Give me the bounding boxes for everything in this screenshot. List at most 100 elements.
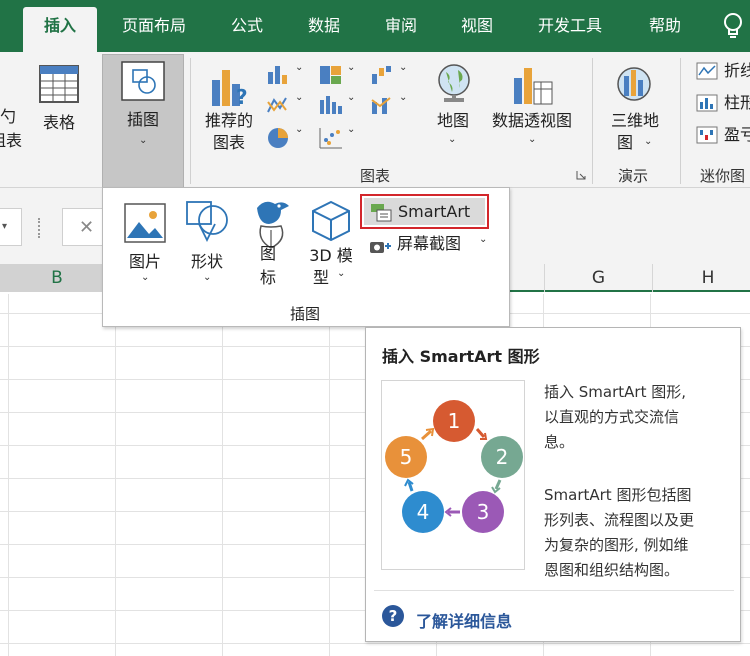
3d-models-label-1: 3D 模	[309, 246, 353, 265]
line-sparkline-icon	[696, 62, 718, 80]
tab-developer[interactable]: 开发工具	[528, 7, 612, 52]
chevron-down-icon: ⌄	[203, 272, 212, 283]
tab-view[interactable]: 视图	[452, 7, 502, 52]
tooltip-divider	[374, 590, 734, 591]
recommended-charts-label-2: 图表	[212, 133, 245, 152]
column-sparkline-icon	[696, 94, 718, 112]
illustrations-group-label: 插图	[289, 305, 320, 323]
charts-group-label: 图表	[359, 167, 390, 185]
column-header[interactable]: B	[0, 264, 115, 292]
pie-chart-icon	[268, 128, 288, 148]
cycle-node: 4	[402, 491, 444, 533]
illustrations-button[interactable]: 插图 ⌄	[102, 54, 184, 188]
chevron-down-icon: ⌄	[528, 134, 537, 145]
screenshot-label: 屏幕截图	[397, 234, 462, 253]
tooltip-title: 插入 SmartArt 图形	[382, 347, 540, 366]
chevron-down-icon: ⌄	[479, 234, 488, 245]
3d-map-label-1: 三维地	[610, 111, 659, 130]
chevron-down-icon: ⌄	[644, 136, 653, 147]
picture-icon	[124, 203, 166, 243]
map-label: 地图	[436, 111, 469, 130]
tab-review[interactable]: 审阅	[376, 7, 426, 52]
column-header[interactable]: G	[545, 264, 653, 292]
column-sparkline-label: 柱形	[724, 93, 750, 112]
column-header[interactable]: H	[653, 264, 750, 292]
smartart-tooltip: 插入 SmartArt 图形 1 2 3 4 5 插入 SmartArt 图形,…	[365, 327, 741, 642]
tooltip-line: 形列表、流程图以及更	[544, 511, 695, 529]
lightbulb-icon[interactable]	[722, 12, 744, 40]
tab-page-layout[interactable]: 页面布局	[112, 7, 196, 52]
cycle-node-label: 2	[496, 445, 509, 469]
scatter-chart-icon	[319, 128, 342, 149]
group-separator	[592, 58, 593, 184]
chevron-down-icon: ⌄	[399, 92, 408, 103]
chevron-down-icon: ⌄	[347, 124, 356, 135]
ribbon-partial-label: 阻表	[0, 131, 22, 150]
group-separator	[190, 58, 191, 184]
dialog-launcher-icon[interactable]	[576, 170, 586, 180]
illustrations-icon	[121, 61, 165, 101]
waterfall-chart-icon	[372, 66, 391, 84]
cycle-node-label: 4	[417, 500, 430, 524]
tab-formulas[interactable]: 公式	[222, 7, 272, 52]
smartart-button-highlight: SmartArt	[360, 194, 489, 229]
statistic-chart-icon	[320, 96, 342, 114]
pivot-chart-label: 数据透视图	[491, 111, 572, 130]
tab-data[interactable]: 数据	[299, 7, 349, 52]
formula-bar-splitter[interactable]	[38, 218, 40, 238]
cycle-node-label: 5	[400, 445, 413, 469]
3d-cube-icon	[312, 200, 350, 242]
recommended-charts-label-1: 推荐的	[204, 111, 253, 130]
pictures-label: 图片	[128, 252, 161, 271]
smartart-icon	[371, 204, 392, 222]
ribbon-tab-bar: 插入 页面布局 公式 数据 审阅 视图 开发工具 帮助	[0, 0, 750, 52]
tooltip-line: SmartArt 图形包括图	[544, 486, 692, 504]
chevron-down-icon: ⌄	[347, 92, 356, 103]
table-icon	[39, 65, 79, 103]
cycle-node-label: 1	[448, 409, 461, 433]
table-label: 表格	[42, 113, 75, 132]
shapes-icon	[186, 201, 228, 243]
chevron-down-icon: ⌄	[141, 272, 150, 283]
chevron-down-icon: ⌄	[295, 62, 304, 73]
tooltip-line: 息。	[544, 433, 575, 451]
winloss-sparkline-label: 盈亏	[724, 125, 750, 144]
bird-icon	[257, 201, 289, 249]
tooltip-line: 恩图和组织结构图。	[544, 561, 680, 579]
tooltip-line: 为复杂的图形, 例如维	[544, 536, 689, 554]
3d-models-label-2: 型	[312, 268, 329, 287]
chevron-down-icon: ⌄	[139, 135, 148, 146]
tooltip-line: 以直观的方式交流信	[544, 408, 680, 426]
chevron-down-icon: ⌄	[295, 124, 304, 135]
learn-more-link[interactable]: 了解详细信息	[416, 608, 512, 632]
chevron-down-icon: ⌄	[448, 134, 457, 145]
group-separator	[680, 58, 681, 184]
tooltip-description-2: SmartArt 图形包括图 形列表、流程图以及更 为复杂的图形, 例如维 恩图…	[544, 483, 729, 583]
cycle-node: 2	[481, 436, 523, 478]
pivot-chart-icon	[514, 68, 553, 105]
tooltip-preview: 1 2 3 4 5	[381, 380, 525, 570]
cycle-diagram-illustration: 1 2 3 4 5	[385, 400, 523, 533]
icons-label-2: 标	[259, 268, 276, 287]
smartart-label: SmartArt	[398, 202, 471, 221]
tooltip-description-1: 插入 SmartArt 图形, 以直观的方式交流信 息。	[544, 380, 729, 455]
illustrations-dropdown: 图片 ⌄ 形状 ⌄ 图 标 3D 模 型 ⌄ SmartArt 屏幕截图 ⌄ 插…	[102, 187, 510, 327]
cycle-node: 3	[462, 491, 504, 533]
chevron-down-icon: ⌄	[337, 268, 346, 279]
tours-group-label: 演示	[617, 167, 648, 185]
shapes-label: 形状	[190, 252, 223, 271]
chevron-down-icon: ⌄	[295, 92, 304, 103]
winloss-sparkline-icon	[696, 126, 718, 144]
tab-help[interactable]: 帮助	[640, 7, 690, 52]
globe-icon	[438, 64, 470, 102]
name-box[interactable]: ▾	[0, 208, 22, 246]
svg-text:?: ?	[236, 85, 248, 109]
ribbon-partial-label: 勺	[0, 107, 17, 126]
hierarchy-chart-icon	[320, 66, 341, 84]
recommended-charts-icon: ?	[212, 70, 248, 109]
cancel-icon[interactable]: ✕	[79, 217, 94, 238]
tab-insert[interactable]: 插入	[23, 7, 97, 52]
ribbon: 勺 阻表 表格 插图 ⌄ ? 推荐的 图	[0, 52, 750, 188]
smartart-button[interactable]: SmartArt	[364, 198, 485, 225]
line-sparkline-label: 折线	[724, 61, 750, 80]
